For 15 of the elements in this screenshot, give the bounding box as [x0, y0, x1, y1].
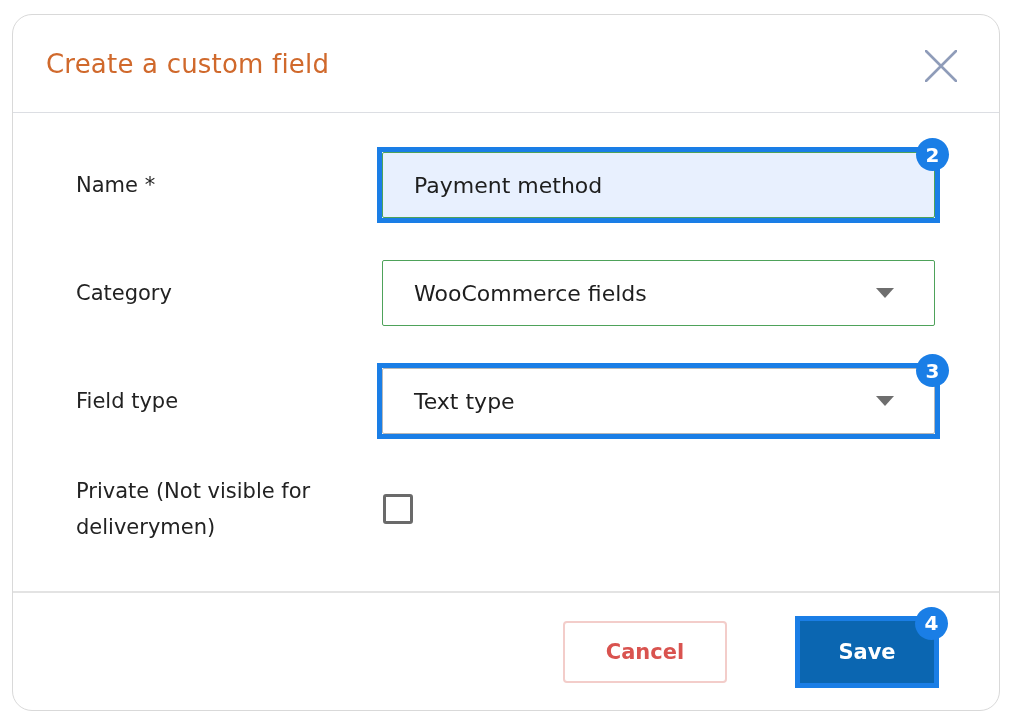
- caret-icon: [876, 288, 894, 298]
- field-label: Name *: [76, 172, 157, 199]
- field-label: Field type: [76, 388, 180, 415]
- checkbox[interactable]: [383, 494, 413, 524]
- step-badge: 3: [916, 354, 949, 387]
- field-label: Private (Not visible for deliverymen): [76, 478, 312, 541]
- close-button[interactable]: [925, 49, 957, 82]
- field-label: Category: [76, 280, 173, 307]
- close-icon: [925, 49, 957, 82]
- dropdown[interactable]: WooCommerce fields: [382, 260, 935, 326]
- caret-icon: [876, 396, 894, 406]
- cancel-button[interactable]: Cancel: [563, 620, 727, 683]
- step-badge: 4: [915, 606, 948, 640]
- dialog-title: Create a custom field: [46, 48, 330, 79]
- step-badge: 2: [916, 138, 949, 171]
